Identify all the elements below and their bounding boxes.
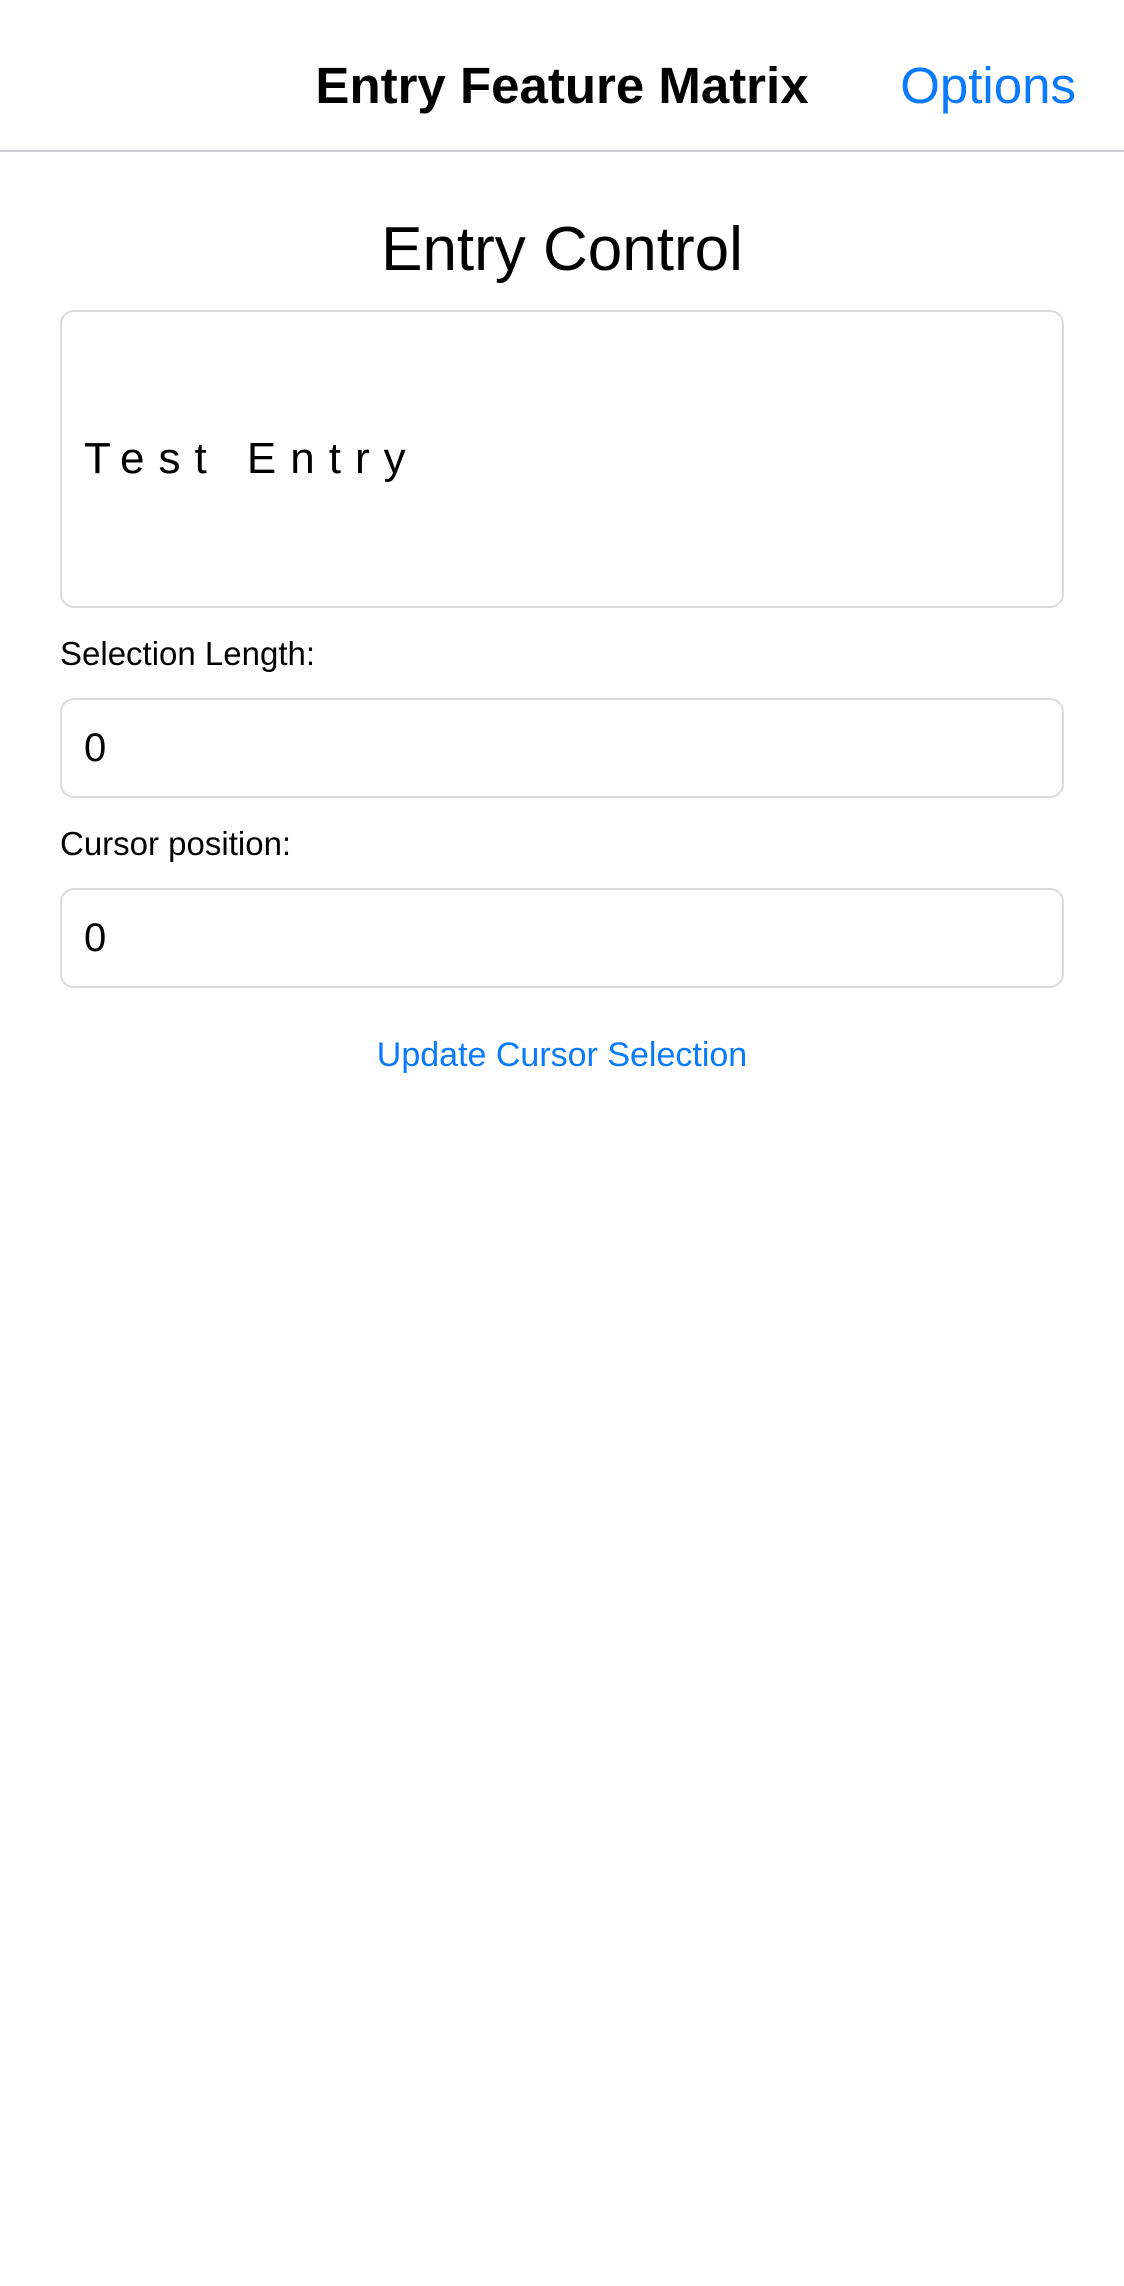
cursor-position-field[interactable]: 0: [60, 888, 1064, 988]
section-heading: Entry Control: [381, 215, 743, 284]
navigation-bar: Entry Feature Matrix Options: [0, 0, 1124, 152]
selection-length-field[interactable]: 0: [60, 698, 1064, 798]
selection-length-label: Selection Length:: [60, 635, 316, 672]
selection-length-value: 0: [84, 725, 107, 770]
test-entry-value: Test Entry: [84, 434, 420, 483]
update-cursor-selection-button[interactable]: Update Cursor Selection: [0, 1034, 1124, 1076]
test-entry-field[interactable]: Test Entry: [60, 310, 1064, 608]
cursor-position-value: 0: [84, 915, 107, 960]
cursor-position-label: Cursor position:: [60, 825, 292, 862]
options-button[interactable]: Options: [900, 56, 1076, 116]
